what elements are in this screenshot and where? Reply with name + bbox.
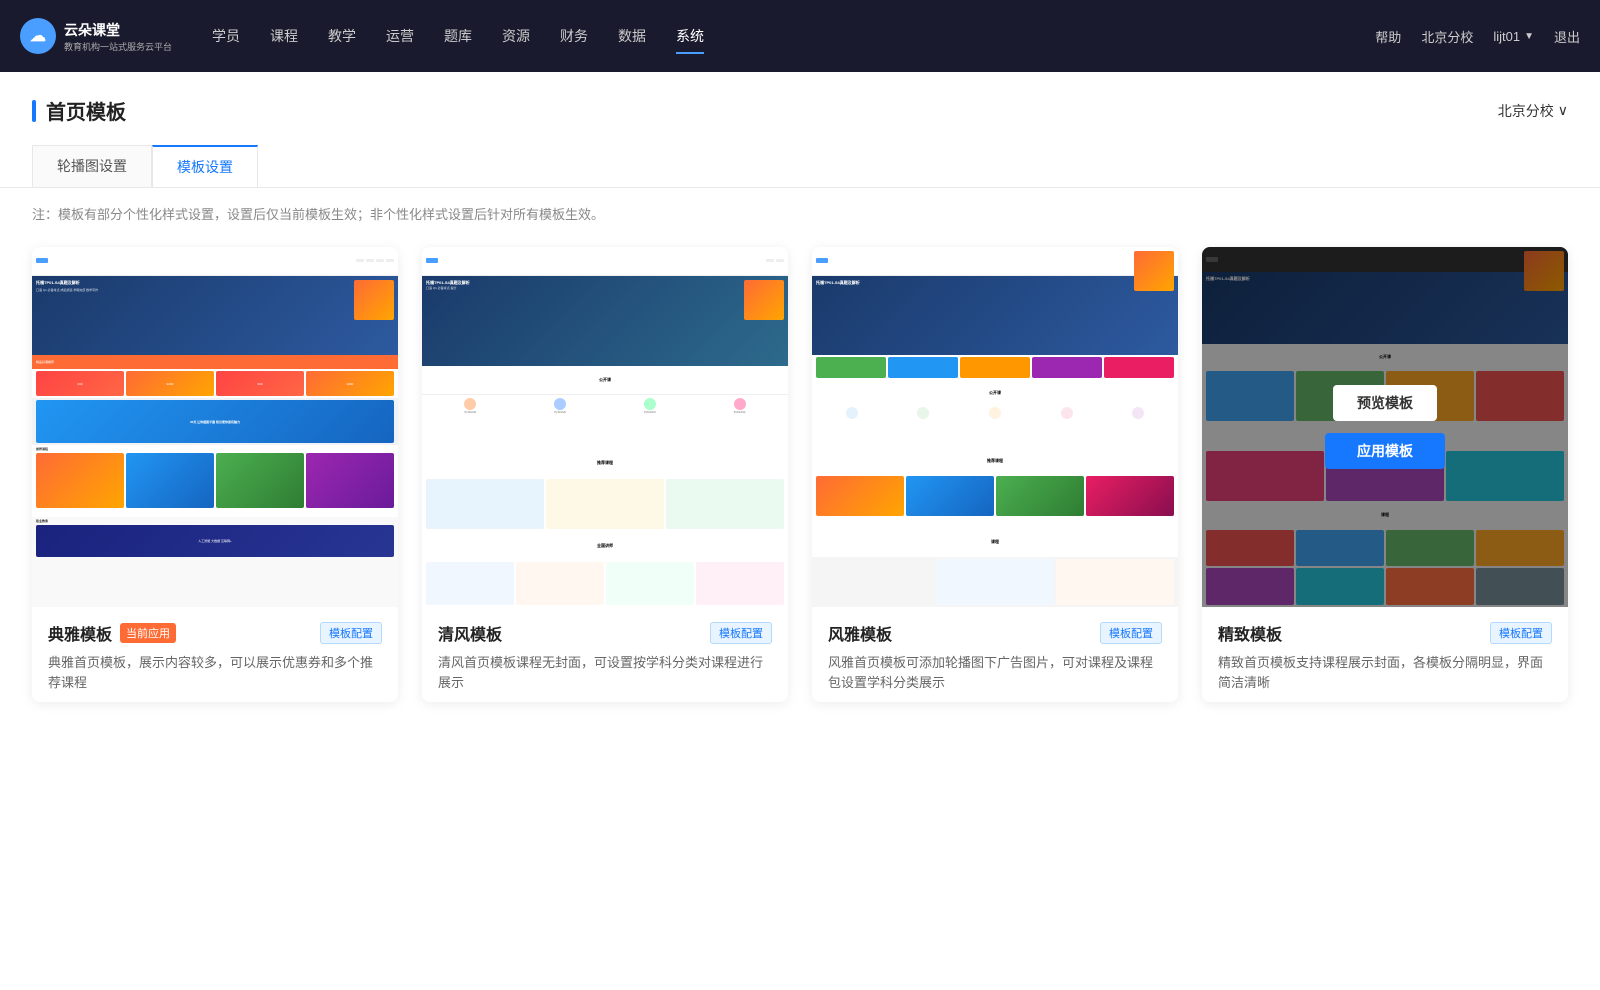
template-title-row-1: 典雅模板 当前应用 模板配置 (48, 621, 382, 645)
chevron-down-icon: ▼ (1524, 31, 1534, 42)
branch-selector[interactable]: 北京分校 ∨ (1498, 101, 1568, 121)
mockup-3: 托福TP01-S4真题及解析 公开课 (812, 247, 1178, 607)
page-content: 首页模板 北京分校 ∨ 轮播图设置 模板设置 注：模板有部分个性化样式设置，设置… (0, 72, 1600, 990)
tabs: 轮播图设置 模板设置 (32, 145, 1568, 187)
tab-template[interactable]: 模板设置 (152, 145, 258, 187)
tabs-container: 轮播图设置 模板设置 (0, 125, 1600, 188)
template-card-2: 托福TP01-S4真题及解析 口语 Q1 必备考点 提分 公开课 PyTorch… (422, 247, 788, 702)
logout-button[interactable]: 退出 (1554, 27, 1580, 46)
template-preview-2: 托福TP01-S4真题及解析 口语 Q1 必备考点 提分 公开课 PyTorch… (422, 247, 788, 607)
branch-name[interactable]: 北京分校 (1421, 27, 1473, 46)
nav-questions[interactable]: 题库 (444, 22, 472, 50)
mockup-1: 托福TP01-S4真题及解析 口语 Q1 必备考点 成绩通道 学期充值 数学写作… (32, 247, 398, 607)
username: lijt01 (1493, 29, 1520, 44)
template-overlay-4: 预览模板 应用模板 (1202, 247, 1568, 607)
note-bar: 注：模板有部分个性化样式设置，设置后仅当前模板生效；非个性化样式设置后针对所有模… (0, 188, 1600, 239)
template-title-row-4: 精致模板 模板配置 (1218, 621, 1552, 645)
template-info-3: 风雅模板 模板配置 风雅首页模板可添加轮播图下广告图片，可对课程及课程包设置学科… (812, 607, 1178, 702)
template-info-4: 精致模板 模板配置 精致首页模板支持课程展示封面，各模板分隔明显，界面简洁清晰 (1202, 607, 1568, 702)
template-desc-2: 清风首页模板课程无封面，可设置按学科分类对课程进行展示 (438, 653, 772, 692)
logo[interactable]: ☁ 云朵课堂 教育机构一站式服务云平台 (20, 18, 172, 54)
nav-students[interactable]: 学员 (212, 22, 240, 50)
template-desc-3: 风雅首页模板可添加轮播图下广告图片，可对课程及课程包设置学科分类展示 (828, 653, 1162, 692)
apply-template-button-4[interactable]: 应用模板 (1325, 433, 1445, 469)
title-bar-decoration (32, 100, 36, 122)
badge-current-1: 当前应用 (120, 623, 176, 643)
page-header: 首页模板 北京分校 ∨ (0, 72, 1600, 125)
template-card-3: 托福TP01-S4真题及解析 公开课 (812, 247, 1178, 702)
nav-resources[interactable]: 资源 (502, 22, 530, 50)
logo-main-text: 云朵课堂 (64, 20, 172, 40)
help-link[interactable]: 帮助 (1375, 27, 1401, 46)
nav-data[interactable]: 数据 (618, 22, 646, 50)
template-preview-3: 托福TP01-S4真题及解析 公开课 (812, 247, 1178, 607)
config-button-4[interactable]: 模板配置 (1490, 622, 1552, 644)
template-name-2: 清风模板 (438, 621, 502, 645)
note-text: 注：模板有部分个性化样式设置，设置后仅当前模板生效；非个性化样式设置后针对所有模… (32, 207, 604, 222)
page-title-block: 首页模板 (32, 96, 126, 125)
nav-operations[interactable]: 运营 (386, 22, 414, 50)
nav-teaching[interactable]: 教学 (328, 22, 356, 50)
page-title: 首页模板 (46, 96, 126, 125)
template-desc-1: 典雅首页模板，展示内容较多，可以展示优惠券和多个推荐课程 (48, 653, 382, 692)
tab-carousel[interactable]: 轮播图设置 (32, 145, 152, 187)
template-title-row-3: 风雅模板 模板配置 (828, 621, 1162, 645)
user-menu[interactable]: lijt01 ▼ (1493, 29, 1534, 44)
nav-finance[interactable]: 财务 (560, 22, 588, 50)
template-info-2: 清风模板 模板配置 清风首页模板课程无封面，可设置按学科分类对课程进行展示 (422, 607, 788, 702)
template-name-3: 风雅模板 (828, 621, 892, 645)
branch-chevron-icon: ∨ (1558, 102, 1568, 119)
config-button-3[interactable]: 模板配置 (1100, 622, 1162, 644)
template-desc-4: 精致首页模板支持课程展示封面，各模板分隔明显，界面简洁清晰 (1218, 653, 1552, 692)
logo-sub-text: 教育机构一站式服务云平台 (64, 40, 172, 53)
template-preview-4: 托福TP01-S4真题及解析 公开课 推荐课程 (1202, 247, 1568, 607)
logo-text: 云朵课堂 教育机构一站式服务云平台 (64, 20, 172, 53)
templates-grid: 托福TP01-S4真题及解析 口语 Q1 必备考点 成绩通道 学期充值 数学写作… (0, 239, 1600, 742)
config-button-2[interactable]: 模板配置 (710, 622, 772, 644)
nav-system[interactable]: 系统 (676, 22, 704, 50)
template-preview-1: 托福TP01-S4真题及解析 口语 Q1 必备考点 成绩通道 学期充值 数学写作… (32, 247, 398, 607)
logo-icon: ☁ (20, 18, 56, 54)
branch-selector-text: 北京分校 (1498, 101, 1554, 121)
template-title-row-2: 清风模板 模板配置 (438, 621, 772, 645)
template-name-4: 精致模板 (1218, 621, 1282, 645)
main-header: ☁ 云朵课堂 教育机构一站式服务云平台 学员 课程 教学 运营 题库 资源 财务… (0, 0, 1600, 72)
template-name-1: 典雅模板 (48, 621, 112, 645)
nav-courses[interactable]: 课程 (270, 22, 298, 50)
main-nav: 学员 课程 教学 运营 题库 资源 财务 数据 系统 (212, 22, 1375, 50)
header-right: 帮助 北京分校 lijt01 ▼ 退出 (1375, 27, 1580, 46)
template-card-4: 托福TP01-S4真题及解析 公开课 推荐课程 (1202, 247, 1568, 702)
mockup-2: 托福TP01-S4真题及解析 口语 Q1 必备考点 提分 公开课 PyTorch… (422, 247, 788, 607)
preview-template-button-4[interactable]: 预览模板 (1333, 385, 1437, 421)
config-button-1[interactable]: 模板配置 (320, 622, 382, 644)
template-info-1: 典雅模板 当前应用 模板配置 典雅首页模板，展示内容较多，可以展示优惠券和多个推… (32, 607, 398, 702)
template-card-1: 托福TP01-S4真题及解析 口语 Q1 必备考点 成绩通道 学期充值 数学写作… (32, 247, 398, 702)
